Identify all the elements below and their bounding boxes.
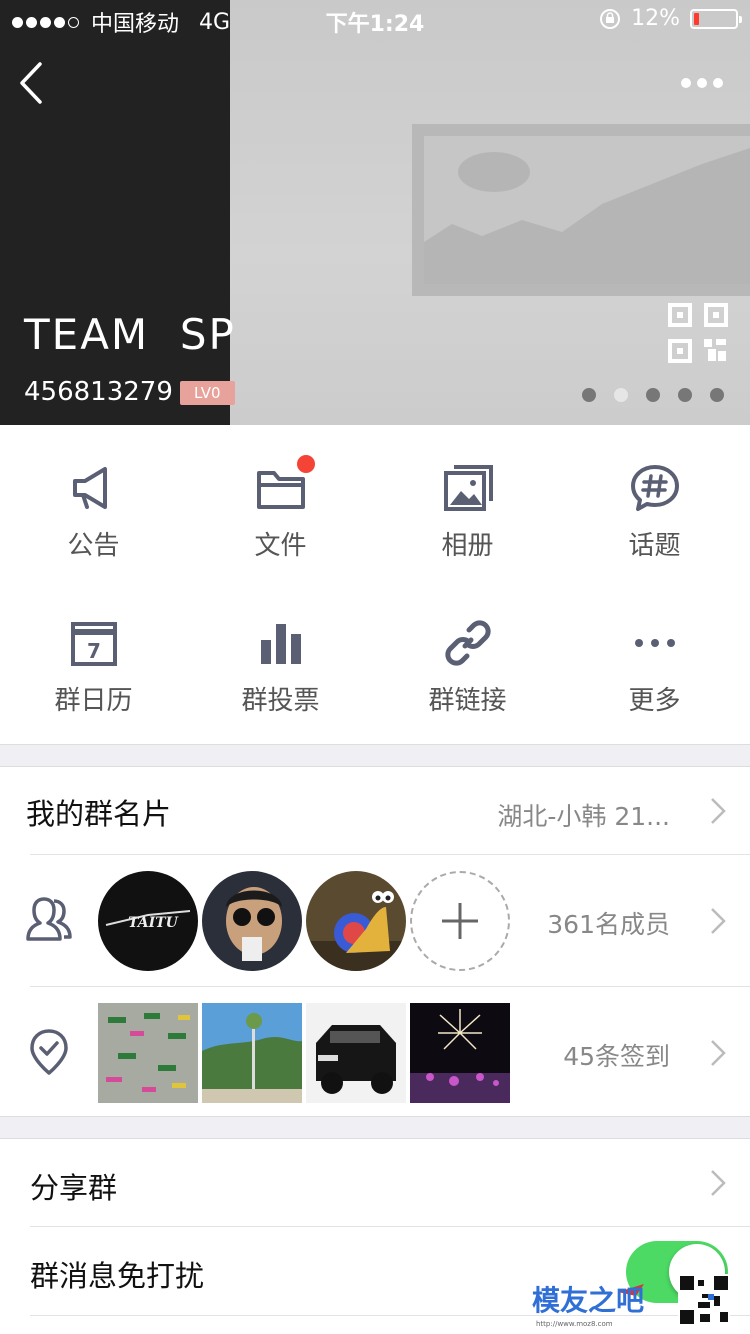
group-number: 456813279: [24, 377, 173, 407]
checkin-photo[interactable]: [410, 1003, 510, 1103]
carousel-dot: [582, 388, 596, 402]
share-group-row[interactable]: 分享群: [0, 1139, 750, 1226]
calendar-day: 7: [87, 639, 101, 663]
folder-icon: [256, 471, 305, 509]
my-group-card-label: 我的群名片: [26, 797, 172, 831]
photos-icon: [443, 465, 493, 511]
function-label: 更多: [628, 686, 681, 716]
avatar-logo-text: TAITU: [128, 915, 178, 931]
checkin-photo[interactable]: [98, 1003, 198, 1103]
members-icon: [26, 897, 72, 941]
chevron-right-icon: [711, 798, 726, 824]
my-group-card-value: 湖北-小韩 21...: [497, 802, 670, 831]
function-topics[interactable]: 话题: [561, 425, 748, 575]
member-count: 361名成员: [547, 910, 670, 939]
function-more[interactable]: 更多: [561, 580, 748, 730]
add-member-button[interactable]: [410, 871, 510, 971]
share-group-label: 分享群: [30, 1171, 118, 1205]
new-file-badge: [297, 455, 315, 473]
site-watermark: 模友之吧 http://www.moz8.com: [532, 1274, 730, 1328]
back-arrow-icon[interactable]: [14, 58, 48, 108]
bar-chart-icon: [260, 624, 301, 664]
chevron-right-icon: [711, 1040, 726, 1066]
member-avatar[interactable]: [306, 871, 406, 971]
checkin-photo[interactable]: [306, 1003, 406, 1103]
carousel-dot: [646, 388, 660, 402]
checkin-photo[interactable]: [202, 1003, 302, 1103]
carousel-dot: [678, 388, 692, 402]
battery-percent: 12%: [631, 6, 680, 31]
topic-hashtag-icon: [630, 465, 679, 511]
plus-icon: [442, 903, 478, 939]
member-avatar[interactable]: TAITU: [98, 871, 198, 971]
group-name: TEAM SP: [24, 310, 236, 359]
rotation-lock-icon: [600, 8, 621, 29]
group-level-badge: LV0: [180, 381, 235, 405]
members-row[interactable]: TAITU 361名成员: [0, 855, 750, 987]
watermark-url: http://www.moz8.com: [536, 1320, 613, 1328]
link-icon: [444, 620, 491, 666]
group-info-card: 我的群名片 湖北-小韩 21... TAITU 361名成员 45条签到: [0, 766, 750, 1117]
function-label: 公告: [67, 531, 120, 561]
chevron-right-icon: [711, 908, 726, 934]
function-album[interactable]: 相册: [374, 425, 561, 575]
image-placeholder-icon: [412, 124, 750, 296]
function-announcement[interactable]: 公告: [0, 425, 187, 575]
function-files[interactable]: 文件: [187, 425, 374, 575]
status-bar: 中国移动 4G 下午1:24 12%: [0, 0, 750, 40]
calendar-icon: 7: [70, 622, 117, 666]
watermark-text: 模友之吧: [532, 1284, 644, 1317]
member-avatar[interactable]: [202, 871, 302, 971]
group-functions-grid: 公告 文件 相册 话题 7 群日历 群投票 群链接 更多: [0, 425, 750, 745]
battery-icon: [690, 8, 742, 29]
location-check-icon: [30, 1029, 68, 1075]
function-link[interactable]: 群链接: [374, 580, 561, 730]
function-label: 群日历: [54, 686, 133, 716]
function-label: 文件: [254, 531, 307, 561]
checkin-count: 45条签到: [563, 1042, 670, 1071]
more-icon: [634, 639, 675, 647]
my-group-card-row[interactable]: 我的群名片 湖北-小韩 21...: [0, 767, 750, 854]
carousel-dot: [710, 388, 724, 402]
megaphone-icon: [72, 467, 107, 509]
function-label: 相册: [441, 531, 494, 561]
mute-messages-label: 群消息免打扰: [30, 1259, 205, 1293]
more-options-icon[interactable]: [680, 76, 724, 90]
function-label: 话题: [628, 531, 681, 561]
function-calendar[interactable]: 7 群日历: [0, 580, 187, 730]
function-label: 群投票: [241, 686, 320, 716]
function-vote[interactable]: 群投票: [187, 580, 374, 730]
function-label: 群链接: [428, 686, 507, 716]
carousel-page-indicator: [582, 388, 724, 402]
group-header: 中国移动 4G 下午1:24 12% TEAM SP 456813279 LV0: [0, 0, 750, 425]
qr-code-icon[interactable]: [668, 303, 728, 363]
chevron-right-icon: [711, 1170, 726, 1196]
checkins-row[interactable]: 45条签到: [0, 987, 750, 1117]
carousel-dot: [614, 388, 628, 402]
